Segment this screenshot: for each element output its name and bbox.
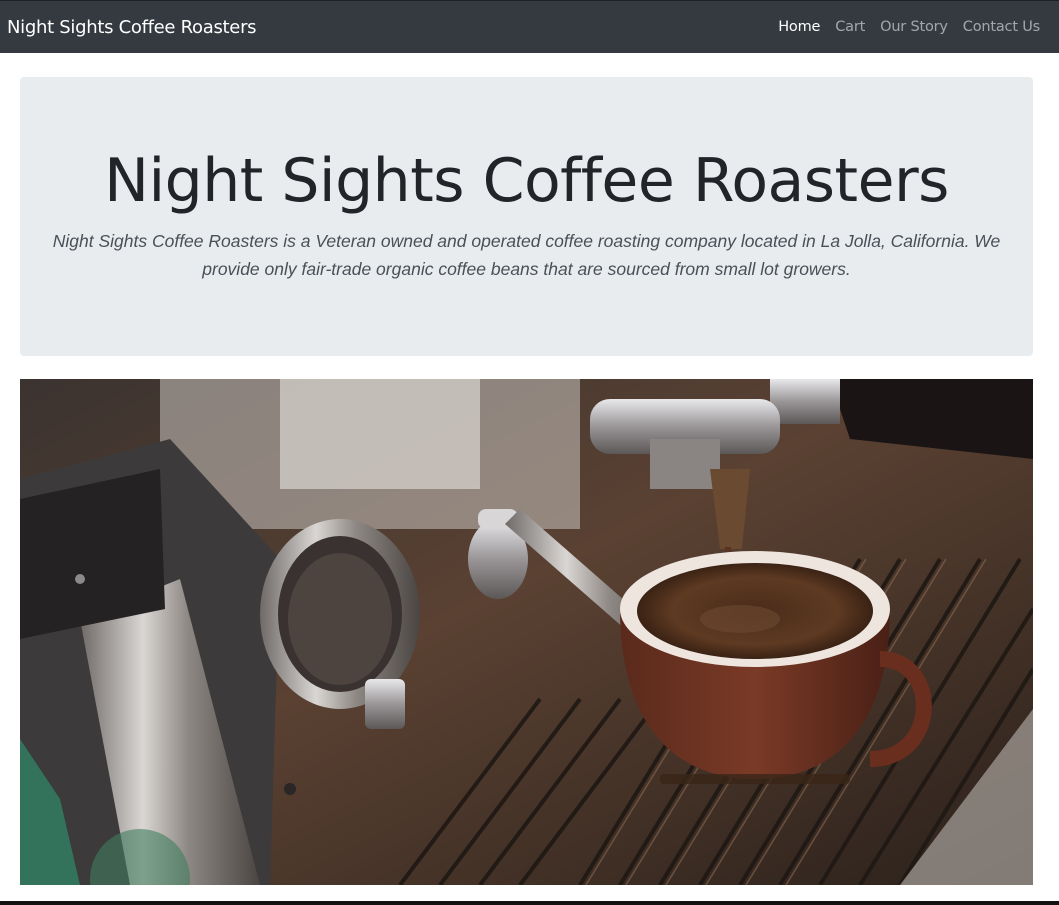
nav-our-story-link[interactable]: Our Story (880, 19, 948, 35)
nav-contact-us-link[interactable]: Contact Us (963, 19, 1040, 35)
bottom-divider (0, 901, 1059, 905)
nav-home-link[interactable]: Home (778, 19, 820, 35)
top-navbar: Night Sights Coffee Roasters Home Cart O… (0, 0, 1059, 53)
nav-cart-link[interactable]: Cart (835, 19, 865, 35)
hero-jumbotron: Night Sights Coffee Roasters Night Sight… (20, 77, 1033, 356)
espresso-machine-photo (20, 379, 1033, 885)
lead-paragraph: Night Sights Coffee Roasters is a Vetera… (52, 231, 1001, 279)
nav-links: Home Cart Our Story Contact Us (778, 19, 1051, 35)
brand-link[interactable]: Night Sights Coffee Roasters (7, 17, 257, 38)
page-title: Night Sights Coffee Roasters (104, 146, 949, 216)
